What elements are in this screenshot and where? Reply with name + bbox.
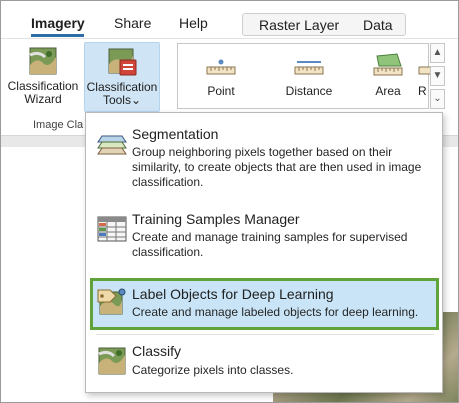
menu-separator [96,334,434,335]
classification-tools-menu: Segmentation Group neighboring pixels to… [85,112,443,393]
menu-item-training-samples-manager[interactable]: Training Samples Manager Create and mana… [90,207,439,267]
tab-imagery[interactable]: Imagery [31,15,85,31]
classify-description: Categorize pixels into classes. [132,363,294,377]
measure-area-button[interactable]: Area [358,52,418,98]
segmentation-title: Segmentation [132,126,219,142]
classify-title: Classify [132,343,182,359]
measure-partial-button[interactable]: R [418,52,430,98]
measure-area-label: Area [375,84,401,98]
ribbon-tab-strip: Imagery Share Help Raster Layer Data [1,1,458,39]
measure-distance-label: Distance [285,84,333,98]
gallery-expand-button[interactable]: ⌄ [430,89,445,109]
partial-ruler-icon [418,56,430,78]
measure-point-label: Point [207,84,235,98]
measure-distance-button[interactable]: Distance [274,52,344,98]
training-samples-icon [96,213,128,245]
menu-item-segmentation[interactable]: Segmentation Group neighboring pixels to… [90,122,439,190]
label-objects-description: Create and manage labeled objects for de… [132,305,419,319]
point-ruler-icon [206,56,236,78]
classification-tools-button[interactable]: Classification Tools⌄ [84,42,160,112]
segmentation-icon [96,128,128,160]
classification-wizard-label-line2: Wizard [24,92,62,106]
label-objects-icon [96,286,128,318]
contextual-tab-group: Raster Layer Data [242,13,406,36]
classification-wizard-icon [27,45,59,77]
training-samples-title: Training Samples Manager [132,211,300,227]
segmentation-description: Group neighboring pixels together based … [132,145,422,189]
tab-data[interactable]: Data [363,17,393,33]
gallery-scroll-down-button[interactable]: ▼ [430,66,445,86]
chevron-down-icon: ⌄ [130,93,142,107]
menu-item-label-objects-for-deep-learning[interactable]: Label Objects for Deep Learning Create a… [90,278,439,330]
ribbon-group-label: Image Cla [33,119,84,131]
measure-partial-label: R [418,84,427,98]
classification-tools-label-line2: Tools⌄ [102,93,142,107]
training-samples-description: Create and manage training samples for s… [132,230,408,259]
menu-item-classify[interactable]: Classify Categorize pixels into classes. [90,341,439,385]
classify-icon [96,345,128,377]
tab-help[interactable]: Help [179,15,208,31]
tab-raster-layer[interactable]: Raster Layer [259,17,339,33]
active-tab-indicator [31,34,84,37]
tab-share[interactable]: Share [114,15,151,31]
distance-ruler-icon [294,56,324,78]
classification-tools-icon [106,46,138,78]
measure-point-button[interactable]: Point [191,52,251,98]
gallery-scroll-up-button[interactable]: ▲ [430,43,445,63]
classification-wizard-button[interactable]: Classification Wizard [7,45,79,111]
label-objects-title: Label Objects for Deep Learning [132,286,334,302]
area-ruler-icon [373,52,403,78]
measure-gallery: Point Distance Area R [177,43,430,109]
application-window: Imagery Share Help Raster Layer Data Cla… [0,0,459,403]
